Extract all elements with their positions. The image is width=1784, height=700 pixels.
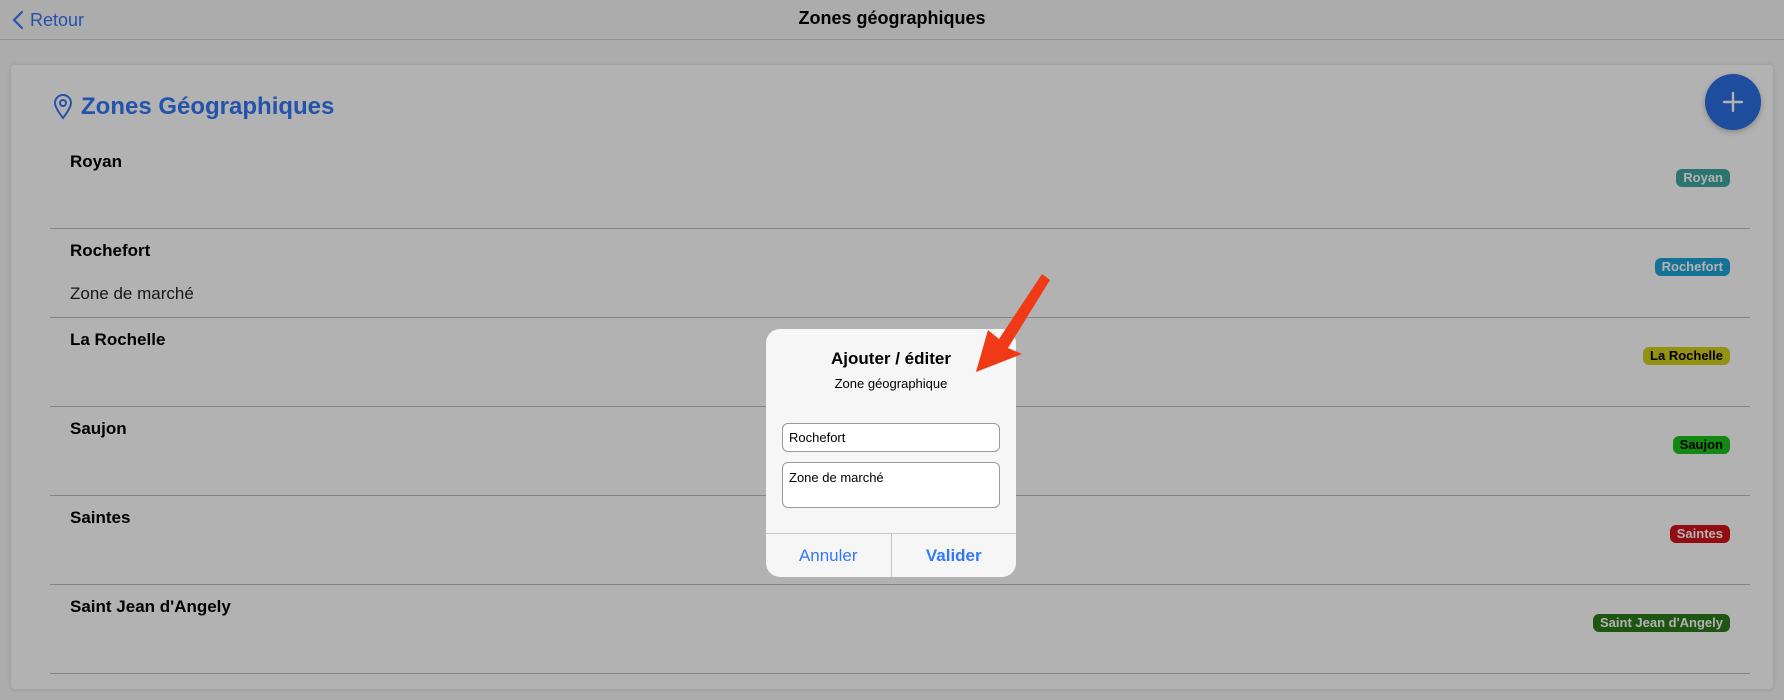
dialog-actions: Annuler Valider <box>766 533 1016 577</box>
annotation-arrow-icon <box>976 274 1050 372</box>
cancel-button[interactable]: Annuler <box>766 534 891 577</box>
validate-button[interactable]: Valider <box>890 534 1017 577</box>
zone-name-field[interactable] <box>782 423 1000 452</box>
zone-description-field[interactable]: Zone de marché <box>782 462 1000 508</box>
